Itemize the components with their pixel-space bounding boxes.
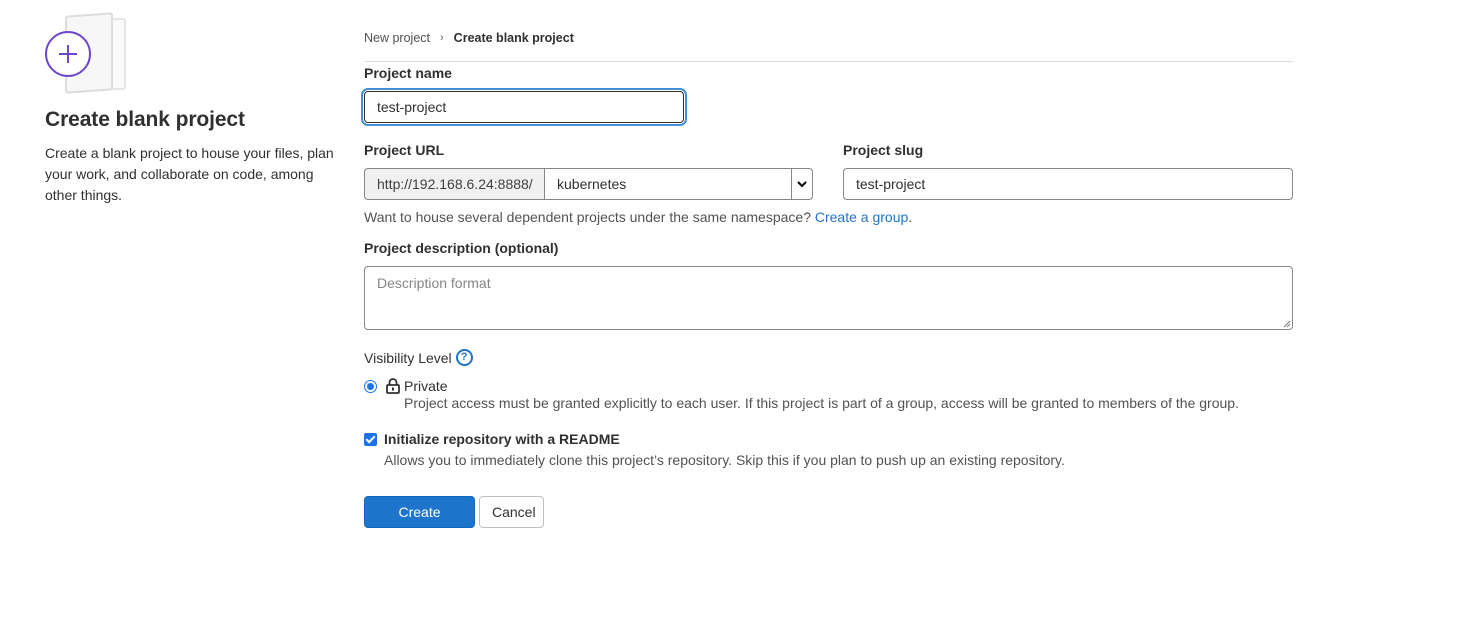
create-project-button[interactable]: Create project xyxy=(364,496,475,550)
project-description-textarea[interactable]: Description format xyxy=(364,266,1293,330)
private-option-description: Project access must be granted explicitl… xyxy=(404,395,1239,411)
create-group-link[interactable]: Create a group xyxy=(815,209,908,225)
project-name-input[interactable]: test-project xyxy=(364,91,684,123)
namespace-select[interactable]: kubernetes xyxy=(544,168,813,200)
project-name-label: Project name xyxy=(364,65,452,81)
readme-description: Allows you to immediately clone this pro… xyxy=(384,452,1065,468)
namespace-help: Want to house several dependent projects… xyxy=(364,209,913,225)
project-url-label: Project URL xyxy=(364,142,445,158)
readme-checkbox[interactable] xyxy=(364,433,377,446)
description-placeholder: Description format xyxy=(377,275,491,291)
private-option-title: Private xyxy=(404,378,448,394)
chevron-right-icon: › xyxy=(440,32,444,44)
chevron-down-icon[interactable] xyxy=(791,169,812,199)
left-panel: Create blank project Create a blank proj… xyxy=(45,12,345,206)
visibility-level: Visibility Level ? xyxy=(364,349,473,366)
lock-icon xyxy=(386,378,400,394)
project-slug-label: Project slug xyxy=(843,142,924,158)
breadcrumb-current: Create blank project xyxy=(453,31,574,45)
breadcrumb-new-project[interactable]: New project xyxy=(364,31,430,45)
visibility-label: Visibility Level xyxy=(364,349,452,366)
breadcrumb: New project › Create blank project xyxy=(364,31,574,45)
panel-description: Create a blank project to house your fil… xyxy=(45,145,334,203)
project-url-prefix: http://192.168.6.24:8888/ xyxy=(364,168,545,200)
resize-grip-icon[interactable] xyxy=(1283,320,1291,328)
panel-title: Create blank project xyxy=(45,108,245,131)
readme-label[interactable]: Initialize repository with a README xyxy=(384,431,620,447)
project-slug-input[interactable]: test-project xyxy=(843,168,1293,200)
namespace-value: kubernetes xyxy=(557,176,627,192)
cancel-button[interactable]: Cancel xyxy=(479,496,544,528)
divider xyxy=(364,61,1293,62)
project-description-label: Project description (optional) xyxy=(364,240,559,256)
private-radio[interactable] xyxy=(364,380,377,393)
blank-project-illustration xyxy=(45,12,135,96)
plus-circle-icon xyxy=(45,31,91,77)
question-circle-icon[interactable]: ? xyxy=(455,349,473,366)
